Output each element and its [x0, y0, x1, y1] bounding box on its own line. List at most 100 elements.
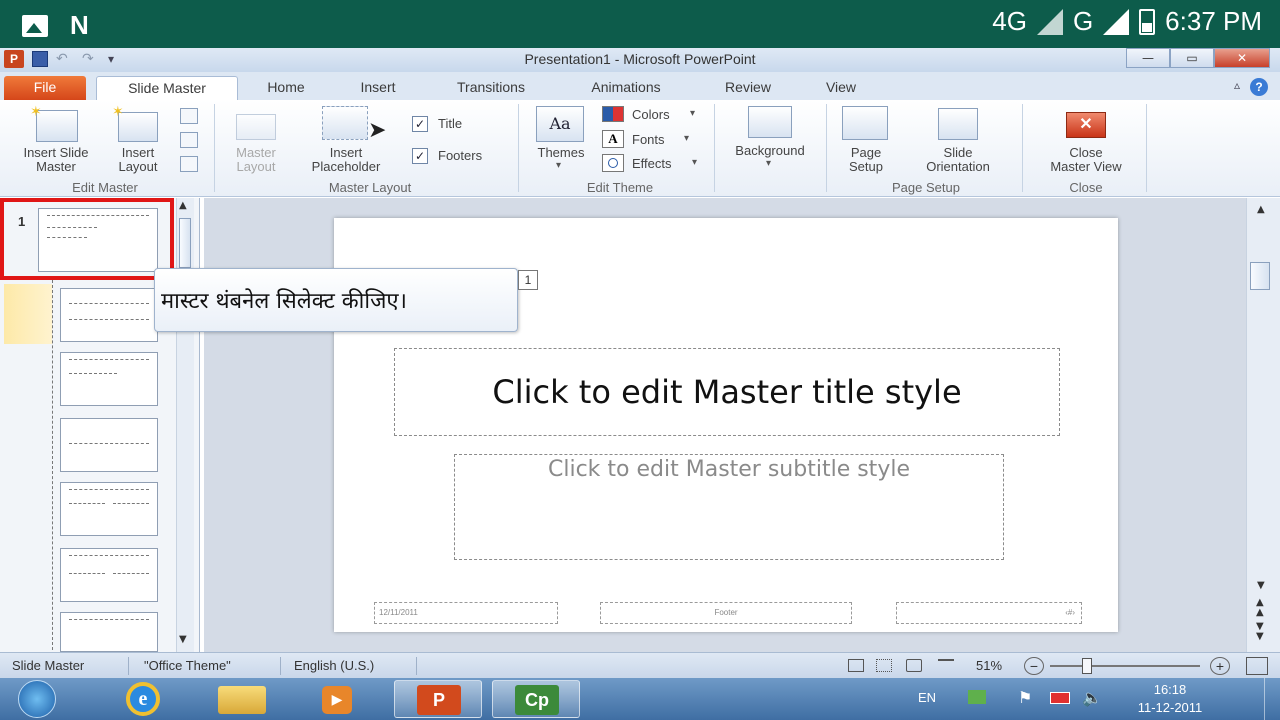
tab-home[interactable]: Home	[250, 76, 322, 100]
tab-slide-master[interactable]: Slide Master	[96, 76, 238, 100]
scroll-thumb[interactable]	[179, 218, 191, 268]
minimize-button[interactable]: —	[1126, 48, 1170, 68]
close-window-button[interactable]: ✕	[1214, 48, 1270, 68]
scroll-up-icon[interactable]: ▲	[179, 200, 187, 211]
tab-file[interactable]: File	[4, 76, 86, 100]
layout-thumbnail[interactable]	[60, 352, 158, 406]
normal-view-icon[interactable]	[848, 659, 864, 672]
zoom-level[interactable]: 51%	[976, 658, 1002, 673]
date-placeholder[interactable]: 12/11/2011	[374, 602, 558, 624]
battery-tray-icon[interactable]	[1050, 692, 1070, 704]
tab-transitions[interactable]: Transitions	[436, 76, 546, 100]
themes-icon: Aa	[536, 106, 584, 142]
fonts-icon: A	[602, 130, 624, 148]
delete-icon[interactable]	[180, 108, 198, 124]
slide-scroll-thumb[interactable]	[1250, 262, 1270, 290]
themes-dropdown-icon[interactable]: ▾	[556, 160, 561, 171]
reading-view-icon[interactable]	[906, 659, 922, 672]
zoom-slider-thumb[interactable]	[1082, 658, 1092, 674]
edit-theme-group-label: Edit Theme	[586, 180, 654, 195]
slide-orientation-button[interactable]: Slide Orientation	[902, 146, 1014, 174]
tray-date[interactable]: 11-12-2011	[1124, 700, 1216, 715]
title-checkbox-label: Title	[438, 116, 463, 131]
status-divider	[128, 657, 129, 675]
volume-icon[interactable]: 🔈	[1082, 688, 1102, 708]
layout-thumbnail[interactable]	[60, 548, 158, 602]
fit-to-window-icon[interactable]	[1246, 657, 1268, 675]
help-icon[interactable]: ?	[1250, 78, 1268, 96]
slide-sorter-icon[interactable]	[876, 659, 892, 672]
star-icon: ✶	[30, 104, 42, 120]
effects-button[interactable]: Effects	[632, 157, 672, 171]
edit-master-group-label: Edit Master	[72, 180, 138, 195]
show-desktop-button[interactable]	[1264, 678, 1280, 720]
flag-tray-icon[interactable]: ⚑	[1018, 688, 1032, 708]
thumbnail-scrollbar[interactable]: ▲ ▼	[176, 198, 194, 652]
close-master-view-button[interactable]: Close Master View	[1030, 146, 1142, 174]
effects-dropdown-icon[interactable]: ▾	[692, 157, 697, 168]
colors-dropdown-icon[interactable]: ▾	[690, 108, 695, 119]
media-player-taskbar-button[interactable]: ▶	[296, 680, 384, 718]
slide-number-placeholder[interactable]: ‹#›	[896, 602, 1082, 624]
subtitle-placeholder[interactable]: Click to edit Master subtitle style	[454, 454, 1004, 560]
window-titlebar: P ↶ ↷ ▾ Presentation1 - Microsoft PowerP…	[0, 48, 1280, 72]
status-theme-name[interactable]: "Office Theme"	[144, 658, 231, 673]
rename-icon[interactable]	[180, 132, 198, 148]
status-language[interactable]: English (U.S.)	[294, 658, 374, 673]
network-4g-label: 4G	[992, 6, 1027, 36]
powerpoint-taskbar-button[interactable]: P	[394, 680, 482, 718]
start-button[interactable]	[18, 680, 56, 718]
title-placeholder[interactable]: Click to edit Master title style	[394, 348, 1060, 436]
internet-explorer-taskbar-button[interactable]: e	[100, 680, 188, 718]
tab-view[interactable]: View	[806, 76, 876, 100]
insert-layout-button[interactable]: Insert Layout	[108, 146, 168, 174]
next-slide-icon[interactable]: ▼ ▼	[1256, 622, 1264, 642]
slide-show-icon[interactable]	[938, 659, 954, 672]
explorer-taskbar-button[interactable]	[198, 680, 286, 718]
group-separator-5	[1022, 104, 1023, 192]
minimize-ribbon-icon[interactable]: ▵	[1234, 78, 1240, 92]
network-tray-icon[interactable]	[968, 690, 986, 704]
tab-insert[interactable]: Insert	[340, 76, 416, 100]
background-dropdown-icon[interactable]: ▾	[766, 158, 771, 169]
fonts-dropdown-icon[interactable]: ▾	[684, 133, 689, 144]
zoom-out-icon[interactable]: −	[1024, 657, 1044, 675]
insert-slide-master-button[interactable]: Insert Slide Master	[6, 146, 106, 174]
themes-button[interactable]: Themes	[528, 146, 594, 160]
page-setup-button[interactable]: Page Setup	[836, 146, 896, 174]
footers-checkbox[interactable]: ✓	[412, 148, 428, 164]
title-checkbox[interactable]: ✓	[412, 116, 428, 132]
insert-placeholder-button[interactable]: Insert Placeholder	[290, 146, 402, 174]
tab-animations[interactable]: Animations	[570, 76, 682, 100]
layout-thumbnail[interactable]	[60, 482, 158, 536]
ribbon: ✶ Insert Slide Master ✶ Insert Layout Ed…	[0, 100, 1280, 197]
instruction-tooltip: मास्टर थंबनेल सिलेक्ट कीजिए।	[154, 268, 518, 332]
group-separator-2	[518, 104, 519, 192]
captivate-taskbar-button[interactable]: Cp	[492, 680, 580, 718]
star-icon-2: ✶	[112, 104, 124, 120]
zoom-slider-track[interactable]	[1050, 665, 1200, 667]
group-separator-3	[714, 104, 715, 192]
previous-slide-icon[interactable]: ▲ ▲	[1256, 598, 1264, 618]
colors-button[interactable]: Colors	[632, 108, 670, 122]
layout-thumbnail[interactable]	[60, 418, 158, 472]
fonts-button[interactable]: Fonts	[632, 133, 665, 147]
tab-review[interactable]: Review	[708, 76, 788, 100]
insert-slide-master-icon	[36, 110, 78, 142]
footers-checkbox-label: Footers	[438, 148, 483, 163]
scroll-up-icon-right[interactable]: ▲	[1257, 204, 1265, 215]
scroll-down-icon[interactable]: ▼	[179, 634, 187, 645]
footer-placeholder[interactable]: Footer	[600, 602, 852, 624]
preserve-icon[interactable]	[180, 156, 198, 172]
zoom-in-icon[interactable]: +	[1210, 657, 1230, 675]
tray-time[interactable]: 16:18	[1140, 682, 1200, 697]
background-button[interactable]: Background	[720, 144, 820, 158]
maximize-button[interactable]: ▭	[1170, 48, 1214, 68]
layout-thumbnail[interactable]	[60, 612, 158, 652]
powerpoint-taskbar-icon: P	[417, 685, 461, 715]
scroll-down-icon-right[interactable]: ▼	[1257, 580, 1265, 591]
layout-thumbnail[interactable]	[60, 288, 158, 342]
master-layout-button[interactable]: Master Layout	[218, 146, 294, 174]
close-group-label: Close	[1069, 180, 1103, 195]
input-language[interactable]: EN	[918, 690, 936, 705]
